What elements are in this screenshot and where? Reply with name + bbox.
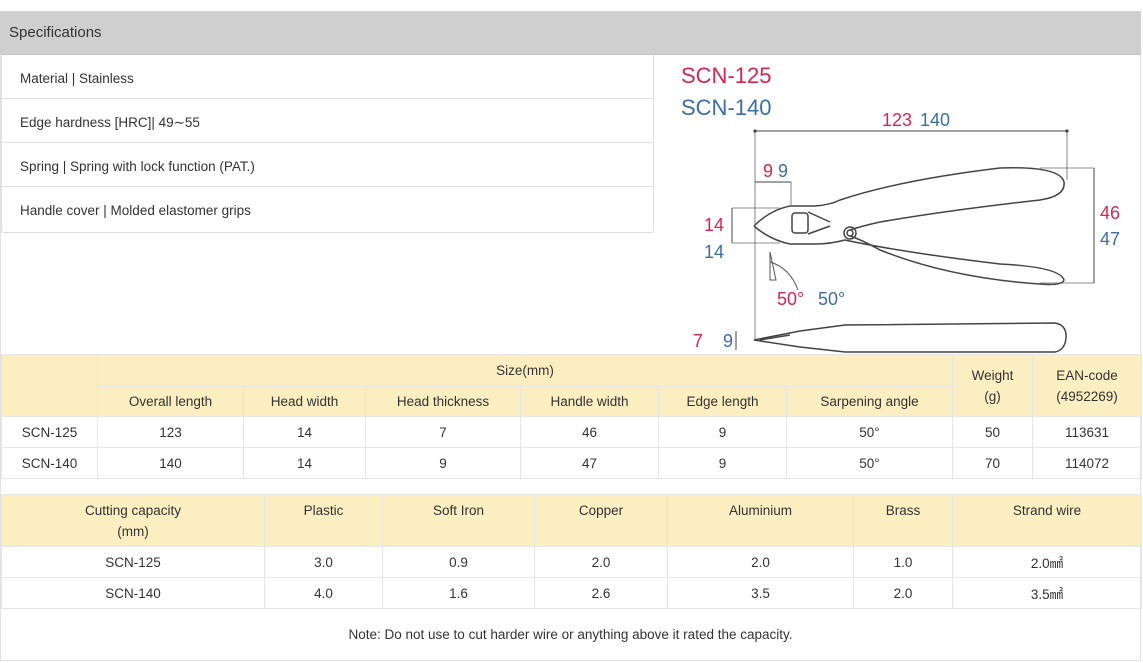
table-row: SCN-125 123 14 7 46 9 50° 50 113631 bbox=[1, 416, 1142, 448]
cell: 3.5㎟ bbox=[952, 577, 1142, 609]
angle-label-a: 50° bbox=[777, 289, 804, 309]
col-edge-length: Edge length bbox=[658, 386, 787, 417]
cell: 2.6 bbox=[534, 577, 668, 609]
capacity-note: Note: Do not use to cut harder wire or a… bbox=[348, 627, 793, 642]
cell-ean: 113631 bbox=[1032, 416, 1142, 448]
spec-list: Material | Stainless Edge hardness [HRC]… bbox=[1, 55, 654, 233]
cell: 14 bbox=[243, 447, 366, 479]
col-overall-length: Overall length bbox=[97, 386, 244, 417]
plier-side-view bbox=[753, 322, 1067, 353]
diagram-model-a: SCN-125 bbox=[681, 63, 771, 88]
thick-label-b: 9 bbox=[723, 331, 733, 351]
cell: 9 bbox=[658, 416, 787, 448]
weight-header: Weight (g) bbox=[952, 354, 1033, 417]
section-header[interactable]: Specifications bbox=[0, 11, 1141, 55]
col-brass: Brass bbox=[853, 494, 953, 547]
col-sharpening-angle: Sarpening angle bbox=[786, 386, 953, 417]
row-model: SCN-125 bbox=[1, 546, 265, 578]
cell: 1.6 bbox=[382, 577, 535, 609]
cell: 46 bbox=[520, 416, 659, 448]
headwidth-label-b: 14 bbox=[704, 242, 724, 262]
cell: 2.0㎟ bbox=[952, 546, 1142, 578]
cell: 1.0 bbox=[853, 546, 953, 578]
cell: 3.5 bbox=[667, 577, 854, 609]
row-model: SCN-140 bbox=[1, 577, 265, 609]
cell: 140 bbox=[97, 447, 244, 479]
col-head-width: Head width bbox=[243, 386, 366, 417]
col-plastic: Plastic bbox=[264, 494, 383, 547]
section-title: Specifications bbox=[9, 24, 102, 41]
size-table-corner bbox=[1, 354, 98, 417]
edge-label-b: 9 bbox=[778, 161, 788, 181]
ean-header: EAN-code (4952269) bbox=[1032, 354, 1142, 417]
thick-label-a: 7 bbox=[693, 331, 703, 351]
headwidth-label-a: 14 bbox=[704, 215, 724, 235]
top-strip bbox=[0, 0, 1143, 11]
spec-item-spring: Spring | Spring with lock function (PAT.… bbox=[2, 143, 653, 187]
edge-label-a: 9 bbox=[763, 161, 773, 181]
size-table: Size(mm) Weight (g) EAN-code (4952269) O… bbox=[1, 354, 1142, 479]
cell: 7 bbox=[365, 416, 521, 448]
col-copper: Copper bbox=[534, 494, 668, 547]
cell-weight: 70 bbox=[952, 447, 1033, 479]
cell: 50° bbox=[786, 447, 953, 479]
plier-diagram: SCN-125 SCN-140 123 140 9 9 14 14 46 47 … bbox=[681, 63, 1120, 353]
handle-label-b: 47 bbox=[1100, 229, 1120, 249]
cell: 47 bbox=[520, 447, 659, 479]
cell: 0.9 bbox=[382, 546, 535, 578]
row-model: SCN-125 bbox=[1, 416, 98, 448]
spec-item-edge-hardness: Edge hardness [HRC]| 49∼55 bbox=[2, 99, 653, 143]
spec-item-material: Material | Stainless bbox=[2, 55, 653, 99]
capacity-header-first: Cutting capacity (mm) bbox=[1, 494, 265, 547]
handle-label-a: 46 bbox=[1100, 203, 1120, 223]
row-model: SCN-140 bbox=[1, 447, 98, 479]
cell-ean: 114072 bbox=[1032, 447, 1142, 479]
cell: 2.0 bbox=[853, 577, 953, 609]
size-group-header: Size(mm) bbox=[97, 354, 953, 387]
cell: 2.0 bbox=[534, 546, 668, 578]
cell: 9 bbox=[365, 447, 521, 479]
cell-weight: 50 bbox=[952, 416, 1033, 448]
table-row: SCN-140 4.0 1.6 2.6 3.5 2.0 3.5㎟ bbox=[1, 577, 1142, 609]
table-row: SCN-125 3.0 0.9 2.0 2.0 1.0 2.0㎟ bbox=[1, 546, 1142, 578]
col-head-thickness: Head thickness bbox=[365, 386, 521, 417]
table-row: SCN-140 140 14 9 47 9 50° 70 114072 bbox=[1, 447, 1142, 479]
plier-top-view bbox=[753, 167, 1065, 286]
cell: 2.0 bbox=[667, 546, 854, 578]
spec-item-handle-cover: Handle cover | Molded elastomer grips bbox=[20, 203, 251, 218]
capacity-table: Cutting capacity (mm) Plastic Soft Iron … bbox=[1, 494, 1142, 609]
col-soft-iron: Soft Iron bbox=[382, 494, 535, 547]
cell: 123 bbox=[97, 416, 244, 448]
cell: 14 bbox=[243, 416, 366, 448]
length-label-b: 140 bbox=[920, 110, 950, 130]
col-strand-wire: Strand wire bbox=[952, 494, 1142, 547]
cell: 50° bbox=[786, 416, 953, 448]
cell: 9 bbox=[658, 447, 787, 479]
length-label-a: 123 bbox=[882, 110, 912, 130]
col-handle-width: Handle width bbox=[520, 386, 659, 417]
col-aluminium: Aluminium bbox=[667, 494, 854, 547]
diagram-model-b: SCN-140 bbox=[681, 95, 771, 120]
angle-label-b: 50° bbox=[818, 289, 845, 309]
cell: 3.0 bbox=[264, 546, 383, 578]
cell: 4.0 bbox=[264, 577, 383, 609]
